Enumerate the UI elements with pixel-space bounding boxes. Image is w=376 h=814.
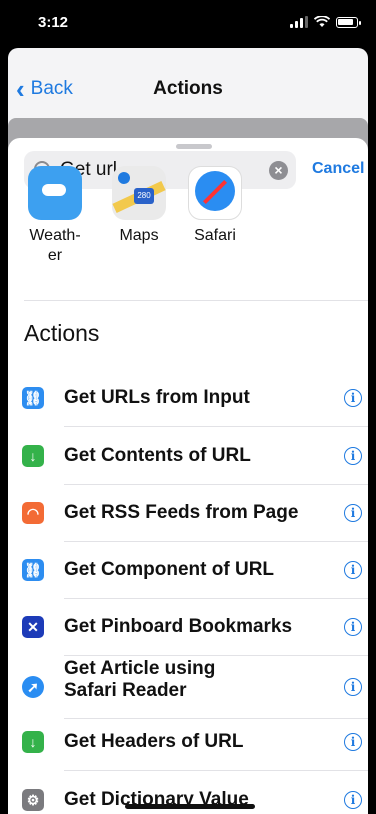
battery-icon bbox=[336, 16, 361, 28]
app-maps[interactable]: 280 Maps bbox=[104, 166, 174, 246]
download-arrow-icon: ↓ bbox=[22, 731, 44, 753]
safari-icon bbox=[188, 166, 242, 220]
info-icon[interactable]: i bbox=[344, 678, 362, 696]
action-label: Get Headers of URL bbox=[64, 731, 244, 752]
app-label: Weath- er bbox=[29, 227, 81, 264]
weather-icon bbox=[28, 166, 82, 220]
app-weather[interactable]: Weath- er bbox=[20, 166, 90, 266]
link-icon: ⛓ bbox=[22, 387, 44, 409]
divider bbox=[64, 426, 368, 427]
info-icon[interactable]: i bbox=[344, 791, 362, 809]
action-label: Get Pinboard Bookmarks bbox=[64, 616, 293, 637]
action-get-article-using-safari-reader[interactable]: ➚ Get Article using Safari Reader i bbox=[8, 656, 368, 718]
info-icon[interactable]: i bbox=[344, 618, 362, 636]
status-icons bbox=[290, 16, 361, 28]
rss-icon: ◠ bbox=[22, 502, 44, 524]
action-get-headers-of-url[interactable]: ↓ Get Headers of URL i bbox=[8, 714, 368, 770]
info-icon[interactable]: i bbox=[344, 447, 362, 465]
app-safari[interactable]: Safari bbox=[180, 166, 250, 246]
status-bar: 3:12 bbox=[0, 0, 376, 46]
signal-icon bbox=[290, 16, 308, 28]
link-icon: ⛓ bbox=[22, 559, 44, 581]
info-icon[interactable]: i bbox=[344, 561, 362, 579]
section-title: Actions bbox=[24, 320, 100, 346]
back-label: Back bbox=[30, 78, 73, 99]
action-get-contents-of-url[interactable]: ↓ Get Contents of URL i bbox=[8, 428, 368, 484]
maps-icon: 280 bbox=[112, 166, 166, 220]
info-icon[interactable]: i bbox=[344, 389, 362, 407]
action-label: Get Contents of URL bbox=[64, 445, 251, 466]
info-icon[interactable]: i bbox=[344, 504, 362, 522]
app-label: Safari bbox=[194, 227, 236, 244]
home-indicator[interactable] bbox=[125, 804, 255, 809]
wifi-icon bbox=[314, 16, 330, 27]
download-arrow-icon: ↓ bbox=[22, 445, 44, 467]
action-label: Get Component of URL bbox=[64, 559, 275, 580]
action-label: Get RSS Feeds from Page bbox=[64, 502, 299, 523]
chevron-left-icon: ‹ bbox=[16, 74, 25, 104]
action-label: Get URLs from Input bbox=[64, 387, 250, 408]
pin-icon: ✕ bbox=[22, 616, 44, 638]
gear-icon: ⚙ bbox=[22, 789, 44, 811]
status-time: 3:12 bbox=[38, 14, 69, 31]
app-label: Maps bbox=[119, 227, 159, 244]
action-get-rss-feeds-from-page[interactable]: ◠ Get RSS Feeds from Page i bbox=[8, 485, 368, 541]
actions-sheet: Get url × Cancel Weath- er 280 Maps Safa… bbox=[8, 138, 368, 814]
safari-icon: ➚ bbox=[22, 676, 44, 698]
action-get-pinboard-bookmarks[interactable]: ✕ Get Pinboard Bookmarks i bbox=[8, 599, 368, 655]
action-get-component-of-url[interactable]: ⛓ Get Component of URL i bbox=[8, 542, 368, 598]
divider bbox=[24, 300, 368, 301]
action-label: Get Article using Safari Reader bbox=[64, 658, 216, 701]
divider bbox=[64, 770, 368, 771]
sheet-grabber[interactable] bbox=[176, 144, 212, 149]
info-icon[interactable]: i bbox=[344, 733, 362, 751]
back-button[interactable]: ‹ Back bbox=[16, 74, 73, 104]
cancel-button[interactable]: Cancel bbox=[312, 160, 364, 178]
clear-search-button[interactable]: × bbox=[269, 161, 288, 180]
action-get-urls-from-input[interactable]: ⛓ Get URLs from Input i bbox=[8, 370, 368, 426]
